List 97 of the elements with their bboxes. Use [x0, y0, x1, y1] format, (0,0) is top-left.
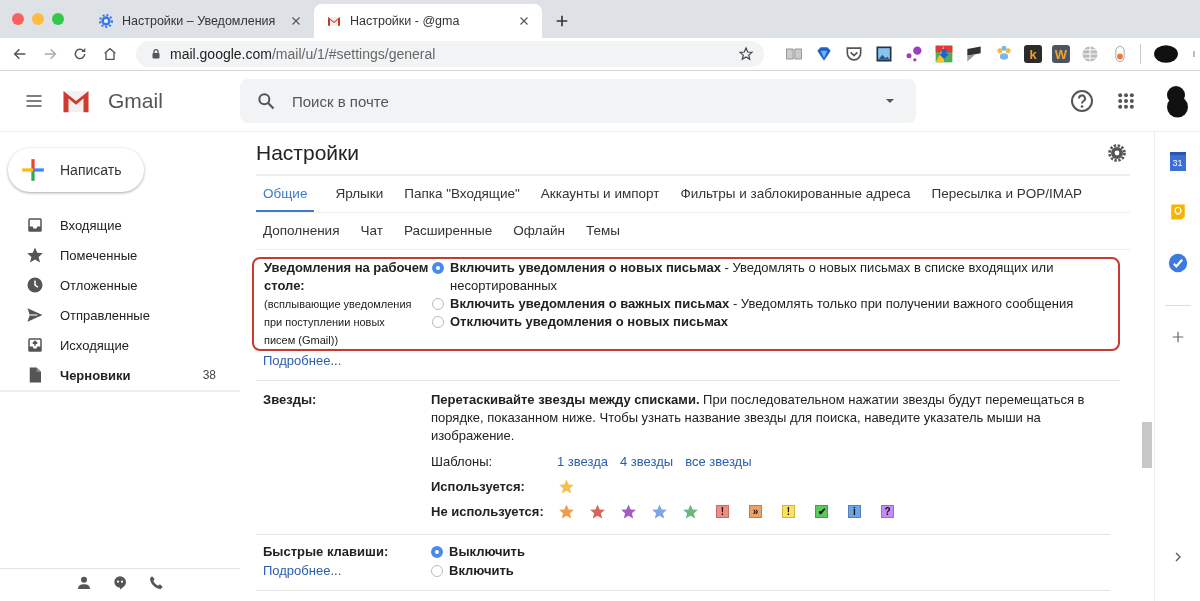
row-label: Не используется:	[431, 504, 545, 519]
radio-button[interactable]	[431, 565, 443, 577]
dots-icon[interactable]	[904, 44, 924, 64]
settings-tab[interactable]: Ярлыки	[328, 176, 384, 212]
star-icon	[26, 246, 44, 264]
calendar-icon[interactable]: 31	[1169, 152, 1186, 171]
option-label: Выключить	[449, 543, 525, 561]
plus-icon[interactable]	[554, 13, 570, 29]
setting-label: Быстрые клавиши:	[263, 543, 390, 561]
app-name: Gmail	[108, 89, 163, 113]
marker-icon[interactable]: !	[716, 505, 729, 518]
preset-link[interactable]: 4 звезды	[620, 452, 674, 471]
phone-icon[interactable]	[148, 575, 164, 591]
person-icon[interactable]	[76, 575, 92, 591]
setting-hint: (всплывающие уведомления при поступлении новых писем (Gmail))	[264, 297, 413, 348]
back-arrow-icon[interactable]	[12, 46, 28, 62]
row-label: Шаблоны:	[431, 454, 494, 469]
plus-icon	[20, 157, 46, 183]
setting-label: Звезды:	[263, 391, 318, 409]
outbox-icon	[26, 336, 44, 354]
learn-more-link[interactable]: Подробнее...	[263, 352, 342, 370]
clock-icon	[26, 276, 44, 294]
star-icon[interactable]	[682, 503, 699, 520]
star-icon[interactable]	[620, 503, 637, 520]
close-icon[interactable]	[290, 15, 302, 27]
folder-item[interactable]: Исходящие	[60, 337, 216, 353]
marker-icon[interactable]: ✔	[815, 505, 828, 518]
folder-item[interactable]: Черновики	[60, 367, 203, 383]
folder-item[interactable]: Входящие	[60, 217, 216, 233]
learn-more-link[interactable]: Подробнее...	[263, 562, 342, 580]
settings-icon[interactable]	[1108, 144, 1126, 162]
unread-count: 38	[202, 368, 216, 382]
marker-icon[interactable]: i	[848, 505, 861, 518]
settings-tab[interactable]: Чат	[353, 213, 383, 249]
star-icon[interactable]	[558, 503, 575, 520]
search-bar[interactable]: Поиск в почте	[240, 79, 916, 123]
setting-label: Уведомления на рабочем столе:	[264, 259, 430, 295]
help-icon[interactable]	[1070, 89, 1094, 113]
option-label: Включить уведомления о новых письмах - Уведомлять о новых письмах в списке входящих или несортированных	[450, 259, 1055, 295]
search-icon	[256, 91, 276, 111]
radio-button[interactable]	[432, 298, 444, 310]
send-icon	[26, 306, 44, 324]
forward-arrow-icon[interactable]	[42, 46, 58, 62]
chat-bubble-icon[interactable]	[112, 575, 128, 591]
home-icon[interactable]	[102, 46, 118, 62]
preset-link[interactable]: 1 звезда	[557, 452, 608, 471]
page-title: Настройки	[256, 141, 359, 165]
marker-icon[interactable]: ?	[881, 505, 894, 518]
row-label: Используется:	[431, 479, 526, 494]
extension-button[interactable]: k	[1024, 45, 1042, 63]
folder-item[interactable]: Отложенные	[60, 277, 216, 293]
marker-icon[interactable]: »	[749, 505, 762, 518]
inbox-icon	[26, 216, 44, 234]
flag-icon[interactable]	[964, 44, 984, 64]
address-bar[interactable]: mail.google.com/mail/u/1/#settings/general	[136, 41, 764, 67]
folder-item[interactable]: Отправленные	[60, 307, 216, 323]
marker-icon[interactable]: !	[782, 505, 795, 518]
download-icon[interactable]	[934, 44, 954, 64]
settings-tab[interactable]: Офлайн	[506, 213, 565, 249]
browser-tab[interactable]: Настройки - @gma	[314, 4, 542, 38]
radio-button[interactable]	[432, 316, 444, 328]
description-text: Перетаскивайте звезды между списками. При последовательном нажатии звезды будут перемещаться в порядке, показанном ниже. Чтобы узнать название звезды для поиска, наведите указатель мыши на изображение.	[431, 391, 1086, 445]
settings-tab[interactable]: Фильтры и заблокированные адреса	[673, 176, 911, 212]
settings-tab[interactable]: Темы	[578, 213, 620, 249]
option-label: Включить	[449, 562, 514, 580]
star-icon[interactable]	[589, 503, 606, 520]
option-label: Отключить уведомления о новых письмах	[450, 313, 729, 331]
image-icon[interactable]	[874, 44, 894, 64]
folder-item[interactable]: Помеченные	[60, 247, 216, 263]
extension-button[interactable]: W	[1052, 45, 1070, 63]
pocket-icon[interactable]	[844, 44, 864, 64]
option-label: Включить уведомления о важных письмах - Уведомлять только при получении важного сообщения	[450, 295, 1074, 313]
window-control[interactable]	[12, 13, 24, 25]
star-icon[interactable]	[558, 478, 575, 495]
preset-link[interactable]: все звезды	[685, 452, 752, 471]
settings-tab[interactable]: Дополнения	[256, 213, 340, 249]
scrollbar-thumb[interactable]	[1142, 422, 1152, 468]
star-outline-icon[interactable]	[738, 46, 754, 62]
apps-grid-icon[interactable]	[1116, 91, 1136, 111]
url-text: mail.google.com/mail/u/1/#settings/general	[170, 46, 436, 62]
plus-icon[interactable]	[1170, 330, 1185, 344]
settings-tab[interactable]: Общие	[256, 176, 315, 212]
star-icon[interactable]	[651, 503, 668, 520]
compose-button[interactable]: Написать	[8, 148, 144, 192]
settings-tab[interactable]: Аккаунты и импорт	[533, 176, 660, 212]
settings-tab[interactable]: Папка "Входящие"	[397, 176, 520, 212]
lock-icon	[150, 48, 162, 60]
radio-button[interactable]	[432, 262, 444, 274]
browser-tab[interactable]: Настройки – Уведомления	[86, 4, 314, 38]
checkmark-circle-icon[interactable]	[1167, 253, 1188, 273]
search-field[interactable]: Поиск в почте	[290, 91, 870, 111]
settings-tab[interactable]: Пересылка и POP/IMAP	[924, 176, 1082, 212]
radio-button[interactable]	[431, 546, 443, 558]
settings-tab[interactable]: Расширенные	[396, 213, 493, 249]
reload-icon[interactable]	[72, 46, 88, 62]
gear-icon	[98, 13, 114, 29]
close-icon[interactable]	[518, 15, 530, 27]
